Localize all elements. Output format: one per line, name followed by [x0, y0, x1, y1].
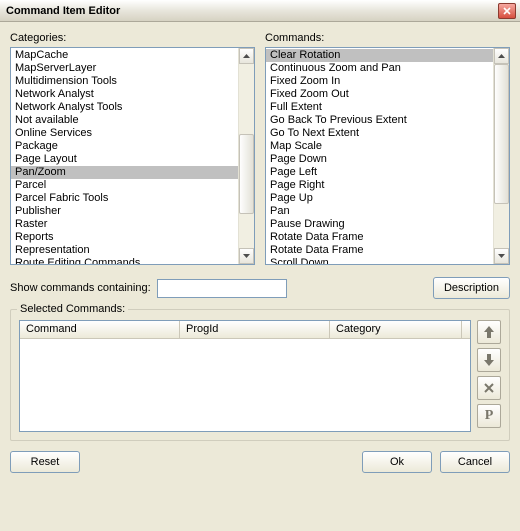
list-item[interactable]: Representation: [11, 244, 238, 257]
filter-label: Show commands containing:: [10, 282, 151, 294]
list-item[interactable]: Publisher: [11, 205, 238, 218]
scroll-up-icon[interactable]: [239, 48, 254, 64]
list-item[interactable]: Package: [11, 140, 238, 153]
window-title: Command Item Editor: [6, 5, 120, 17]
table-body[interactable]: [20, 339, 470, 431]
filter-input[interactable]: [157, 279, 287, 298]
categories-scrollbar[interactable]: [238, 48, 254, 264]
list-item[interactable]: MapServerLayer: [11, 62, 238, 75]
delete-button[interactable]: [477, 376, 501, 400]
list-item[interactable]: Continuous Zoom and Pan: [266, 62, 493, 75]
close-icon[interactable]: [498, 3, 516, 19]
list-item[interactable]: Pan/Zoom: [11, 166, 238, 179]
reset-button[interactable]: Reset: [10, 451, 80, 473]
scroll-thumb[interactable]: [494, 64, 509, 204]
list-item[interactable]: Page Left: [266, 166, 493, 179]
list-item[interactable]: Go Back To Previous Extent: [266, 114, 493, 127]
commands-listbox[interactable]: Clear RotationContinuous Zoom and PanFix…: [265, 47, 510, 265]
scroll-down-icon[interactable]: [239, 248, 254, 264]
list-item[interactable]: Fixed Zoom Out: [266, 88, 493, 101]
list-item[interactable]: MapCache: [11, 49, 238, 62]
list-item[interactable]: Raster: [11, 218, 238, 231]
properties-icon: P: [485, 408, 494, 424]
list-item[interactable]: Pause Drawing: [266, 218, 493, 231]
scroll-up-icon[interactable]: [494, 48, 509, 64]
column-category[interactable]: Category: [330, 321, 462, 338]
list-item[interactable]: Go To Next Extent: [266, 127, 493, 140]
list-item[interactable]: Page Down: [266, 153, 493, 166]
properties-button[interactable]: P: [477, 404, 501, 428]
column-progid[interactable]: ProgId: [180, 321, 330, 338]
list-item[interactable]: Rotate Data Frame: [266, 244, 493, 257]
categories-listbox[interactable]: MapCacheMapServerLayerMultidimension Too…: [10, 47, 255, 265]
list-item[interactable]: Clear Rotation: [266, 49, 493, 62]
list-item[interactable]: Route Editing Commands: [11, 257, 238, 264]
list-item[interactable]: Parcel: [11, 179, 238, 192]
scroll-down-icon[interactable]: [494, 248, 509, 264]
list-item[interactable]: Map Scale: [266, 140, 493, 153]
selected-commands-label: Selected Commands:: [17, 303, 128, 315]
list-item[interactable]: Scroll Down: [266, 257, 493, 264]
list-item[interactable]: Network Analyst Tools: [11, 101, 238, 114]
commands-label: Commands:: [265, 32, 510, 44]
list-item[interactable]: Page Up: [266, 192, 493, 205]
commands-scrollbar[interactable]: [493, 48, 509, 264]
list-item[interactable]: Network Analyst: [11, 88, 238, 101]
ok-button[interactable]: Ok: [362, 451, 432, 473]
move-up-button[interactable]: [477, 320, 501, 344]
list-item[interactable]: Fixed Zoom In: [266, 75, 493, 88]
list-item[interactable]: Online Services: [11, 127, 238, 140]
list-item[interactable]: Full Extent: [266, 101, 493, 114]
selected-commands-group: Selected Commands: Command ProgId Catego…: [10, 309, 510, 441]
list-item[interactable]: Page Layout: [11, 153, 238, 166]
titlebar: Command Item Editor: [0, 0, 520, 22]
description-button[interactable]: Description: [433, 277, 510, 299]
list-item[interactable]: Page Right: [266, 179, 493, 192]
list-item[interactable]: Reports: [11, 231, 238, 244]
categories-label: Categories:: [10, 32, 255, 44]
column-command[interactable]: Command: [20, 321, 180, 338]
scroll-thumb[interactable]: [239, 134, 254, 214]
move-down-button[interactable]: [477, 348, 501, 372]
table-header: Command ProgId Category: [20, 321, 470, 339]
dialog-content: Categories: MapCacheMapServerLayerMultid…: [0, 22, 520, 481]
selected-commands-table[interactable]: Command ProgId Category: [19, 320, 471, 432]
cancel-button[interactable]: Cancel: [440, 451, 510, 473]
list-item[interactable]: Pan: [266, 205, 493, 218]
list-item[interactable]: Multidimension Tools: [11, 75, 238, 88]
list-item[interactable]: Parcel Fabric Tools: [11, 192, 238, 205]
list-item[interactable]: Rotate Data Frame: [266, 231, 493, 244]
list-item[interactable]: Not available: [11, 114, 238, 127]
